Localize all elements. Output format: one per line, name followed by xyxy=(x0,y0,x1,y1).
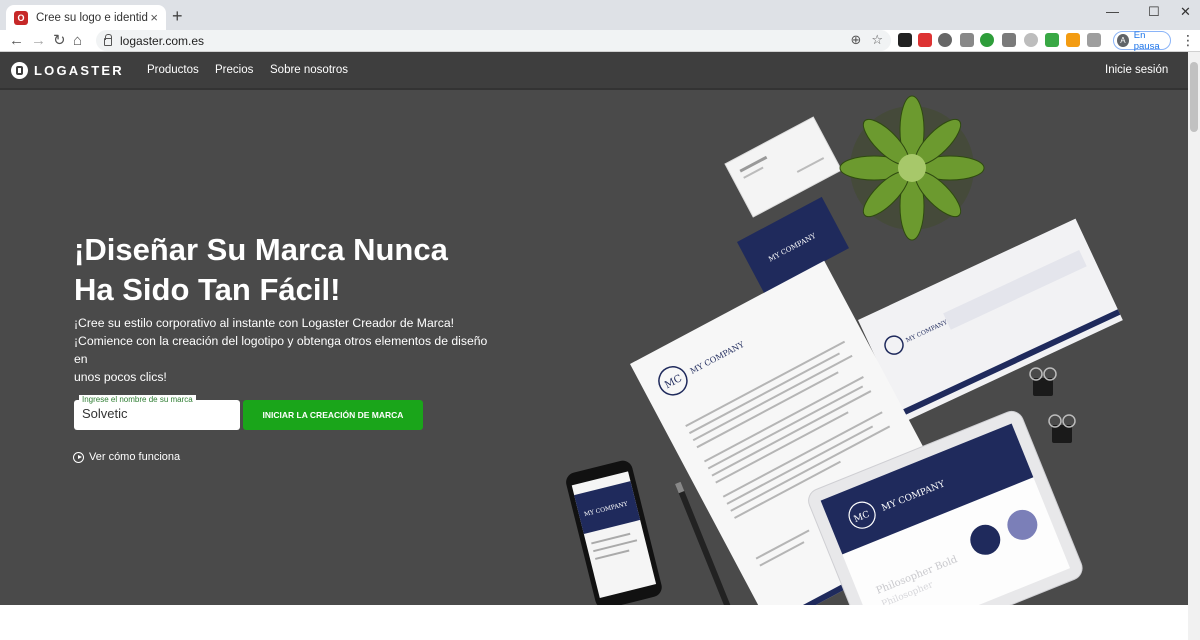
nav-sobre-nosotros[interactable]: Sobre nosotros xyxy=(270,64,348,76)
extension-icon-10[interactable] xyxy=(1087,33,1101,47)
browser-tab[interactable]: O Cree su logo e identidad corporativa × xyxy=(6,5,166,30)
brand-name-field[interactable] xyxy=(74,400,240,430)
hero-title-line: Ha Sido Tan Fácil! xyxy=(74,272,341,307)
extension-icon-2[interactable] xyxy=(918,33,932,47)
brand-stationery-mockup: MY COMPANY MY COMPANY MC MY COMPANY MY C… xyxy=(566,95,1123,605)
login-link[interactable]: Inicie sesión xyxy=(1105,64,1168,76)
envelope: MY COMPANY xyxy=(858,218,1123,422)
how-it-works-label: Ver cómo funciona xyxy=(89,451,181,463)
hero-subtitle-line: ¡Cree su estilo corporativo al instante … xyxy=(74,316,455,330)
binder-clip-1 xyxy=(1029,367,1057,396)
how-it-works-link[interactable]: Ver cómo funciona xyxy=(73,451,180,463)
extension-icon-4[interactable] xyxy=(960,33,974,47)
hero-subtitle-line: unos pocos clics! xyxy=(74,370,167,384)
browser-menu-icon[interactable]: ⋮ xyxy=(1181,32,1195,49)
page-scrollbar[interactable] xyxy=(1188,52,1200,640)
logaster-favicon-icon: O xyxy=(14,10,28,25)
extension-icon-9[interactable] xyxy=(1066,33,1080,47)
new-tab-button[interactable]: + xyxy=(172,7,183,25)
url-text: logaster.com.es xyxy=(120,33,205,48)
forward-arrow-icon[interactable]: → xyxy=(31,32,46,50)
extension-icon-8[interactable] xyxy=(1045,33,1059,47)
minimize-button[interactable]: — xyxy=(1106,4,1119,19)
start-brand-button[interactable]: INICIAR LA CREACIÓN DE MARCA xyxy=(243,400,423,430)
logaster-logo[interactable]: LOGASTER xyxy=(11,62,124,79)
address-bar[interactable]: logaster.com.es ⊕ ☆ xyxy=(96,30,891,51)
avatar: A xyxy=(1117,34,1129,47)
extension-icon-7[interactable] xyxy=(1024,33,1038,47)
scrollbar-thumb[interactable] xyxy=(1190,62,1198,132)
back-arrow-icon[interactable]: ← xyxy=(9,32,24,50)
profile-button[interactable]: A En pausa xyxy=(1113,29,1171,52)
tab-title: Cree su logo e identidad corporativa xyxy=(36,11,148,24)
install-icon[interactable]: ⊕ xyxy=(850,32,861,48)
hero-subtitle-line: ¡Comience con la creación del logotipo y… xyxy=(74,334,488,366)
logo-text: LOGASTER xyxy=(34,63,124,78)
binder-clip-2 xyxy=(1048,414,1076,443)
hero-title: ¡Diseñar Su Marca Nunca Ha Sido Tan Fáci… xyxy=(74,230,534,310)
browser-tab-strip: O Cree su logo e identidad corporativa ×… xyxy=(0,0,1200,30)
maximize-button[interactable]: ☐ xyxy=(1148,4,1160,20)
nav-productos[interactable]: Productos xyxy=(147,64,199,76)
reload-icon[interactable]: ↻ xyxy=(53,32,66,50)
extension-icon-6[interactable] xyxy=(1002,33,1016,47)
hero-title-line: ¡Diseñar Su Marca Nunca xyxy=(74,232,448,267)
close-window-button[interactable]: ✕ xyxy=(1180,4,1191,20)
succulent-plant xyxy=(839,95,985,241)
home-icon[interactable]: ⌂ xyxy=(73,32,82,50)
extension-icon-1[interactable] xyxy=(898,33,912,47)
brand-name-label: Ingrese el nombre de su marca xyxy=(79,395,196,404)
logaster-page: LOGASTER Productos Precios Sobre nosotro… xyxy=(0,52,1188,640)
extension-icon-3[interactable] xyxy=(938,33,952,47)
smartphone: MY COMPANY xyxy=(566,460,662,605)
tab-close-icon[interactable]: × xyxy=(150,10,158,25)
brand-name-input[interactable] xyxy=(82,406,232,421)
nav-precios[interactable]: Precios xyxy=(215,64,253,76)
profile-status: En pausa xyxy=(1133,29,1160,52)
bookmark-star-icon[interactable]: ☆ xyxy=(871,32,883,48)
lock-icon xyxy=(104,34,112,46)
site-navbar: LOGASTER Productos Precios Sobre nosotro… xyxy=(0,52,1188,90)
next-section-band xyxy=(0,605,1188,640)
hero-subtitle: ¡Cree su estilo corporativo al instante … xyxy=(74,314,504,386)
logaster-logo-icon xyxy=(11,62,28,79)
extension-icon-5[interactable] xyxy=(980,33,994,47)
browser-toolbar: ← → ↻ ⌂ logaster.com.es ⊕ ☆ A En pausa ⋮ xyxy=(0,30,1200,52)
play-circle-icon xyxy=(73,451,84,463)
